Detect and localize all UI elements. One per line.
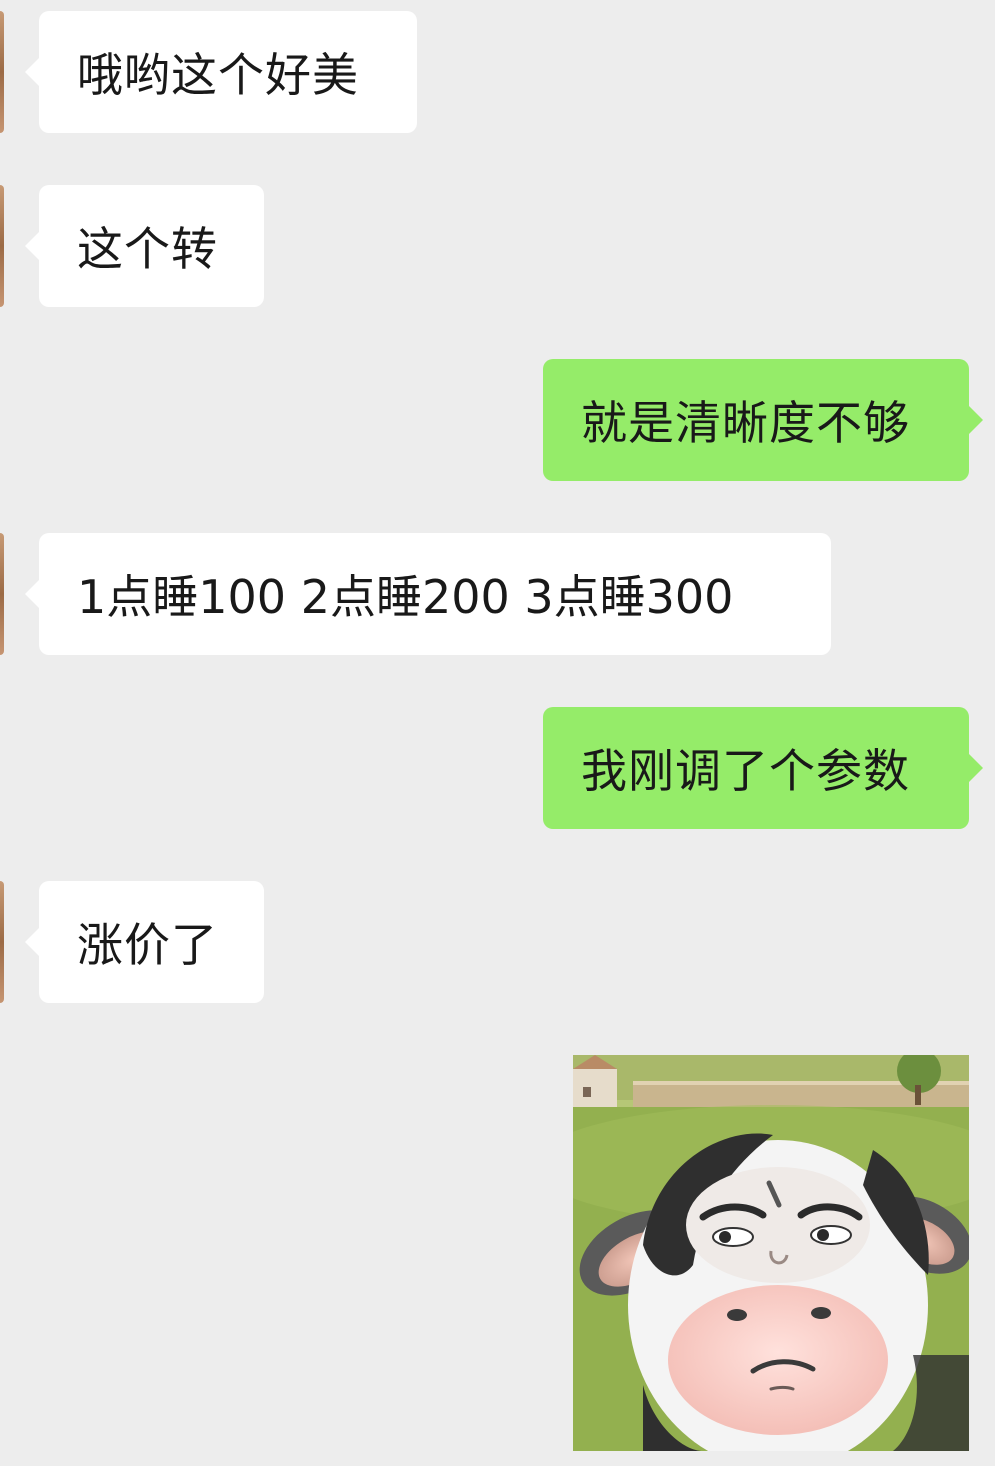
- message-text: 我刚调了个参数: [581, 744, 910, 798]
- sender-avatar[interactable]: [0, 881, 4, 1003]
- message-text: 就是清晰度不够: [581, 396, 910, 450]
- message-bubble-incoming[interactable]: 哦哟这个好美: [25, 11, 417, 133]
- bubble-tail: [25, 927, 40, 957]
- bubble-tail: [25, 231, 40, 261]
- message-bubble-outgoing[interactable]: 我刚调了个参数: [543, 707, 983, 829]
- sender-avatar[interactable]: [0, 533, 4, 655]
- bubble-tail: [25, 579, 40, 609]
- message-bubble-incoming[interactable]: 1点睡100 2点睡200 3点睡300: [25, 533, 831, 655]
- bubble-tail: [25, 57, 40, 87]
- bubble-tail: [968, 753, 983, 783]
- message-text: 1点睡100 2点睡200 3点睡300: [77, 570, 734, 624]
- bubble-tail: [968, 405, 983, 435]
- sticker-image: [573, 1055, 969, 1451]
- message-bubble-incoming[interactable]: 这个转: [25, 185, 264, 307]
- message-text: 这个转: [77, 222, 218, 276]
- sender-avatar[interactable]: [0, 11, 4, 133]
- sender-avatar[interactable]: [0, 185, 4, 307]
- cow-face-sticker[interactable]: [573, 1055, 969, 1451]
- message-bubble-outgoing[interactable]: 就是清晰度不够: [543, 359, 983, 481]
- message-bubble-incoming[interactable]: 涨价了: [25, 881, 264, 1003]
- message-text: 哦哟这个好美: [77, 48, 359, 102]
- message-text: 涨价了: [77, 918, 218, 972]
